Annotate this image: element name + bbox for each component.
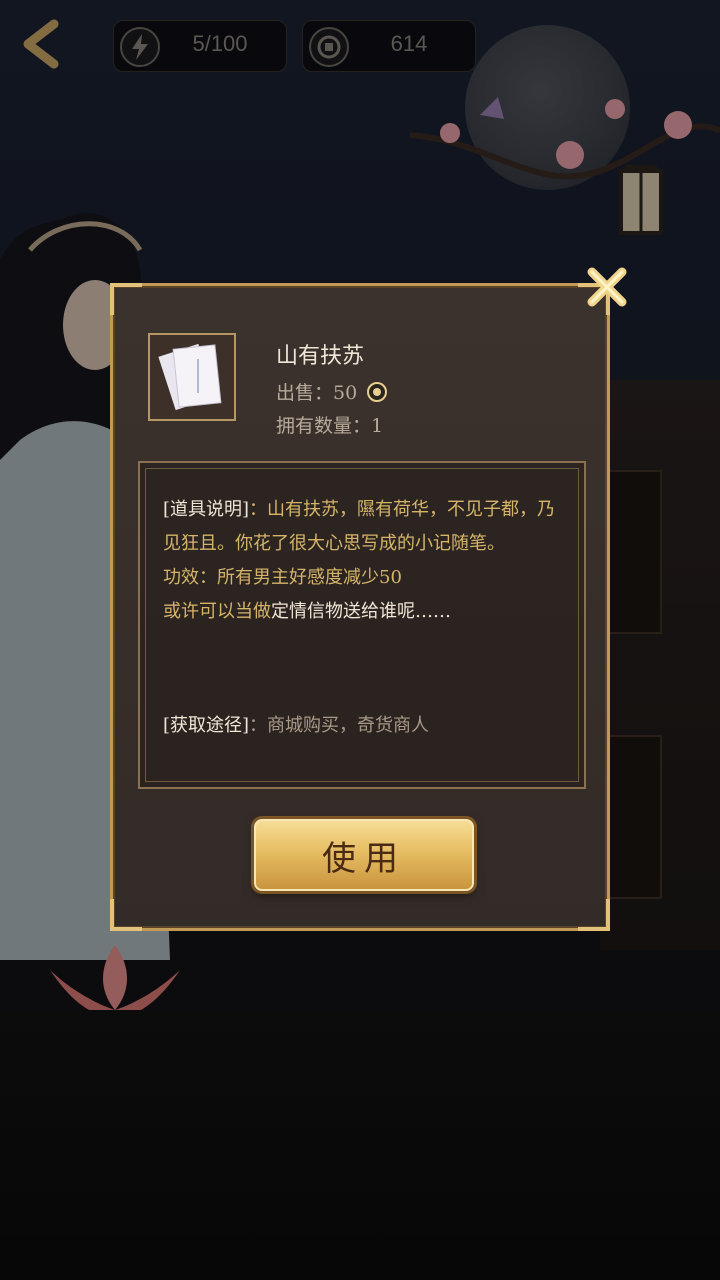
frame-corner — [578, 899, 610, 931]
item-detail-dialog: 山有扶苏 出售：50 拥有数量：1 [道具说明]：山有扶苏，隰有荷华，不见子都，… — [110, 283, 610, 931]
item-name: 山有扶苏 — [276, 344, 365, 369]
item-owned-count: 拥有数量：1 — [276, 415, 384, 437]
hint-highlight: 定情信物送给谁呢 — [271, 601, 415, 622]
description-label: [道具说明] — [163, 499, 250, 520]
item-price: 出售：50 — [276, 378, 388, 405]
use-button-label: 使用 — [322, 838, 406, 879]
acquire-label: [获取途径] — [163, 715, 250, 736]
effect-text: 功效：所有男主好感度减少50 — [163, 567, 402, 588]
use-button[interactable]: 使用 — [254, 819, 474, 891]
frame-corner — [110, 283, 142, 315]
hint-prefix: 或许可以当做 — [163, 601, 271, 622]
item-price-label: 出售：50 — [276, 382, 358, 404]
item-description: [道具说明]：山有扶苏，隰有荷华，不见子都，乃见狂且。你花了很大心思写成的小记随… — [163, 493, 573, 629]
acquire-source: [获取途径]：商城购买，奇货商人 — [163, 711, 429, 737]
frame-corner — [110, 899, 142, 931]
item-thumbnail — [148, 333, 236, 421]
letter-icon — [158, 343, 222, 411]
close-icon[interactable] — [582, 262, 632, 312]
hint-suffix: …… — [415, 601, 451, 622]
acquire-text: ：商城购买，奇货商人 — [249, 715, 430, 736]
coin-icon — [367, 381, 388, 402]
description-box: [道具说明]：山有扶苏，隰有荷华，不见子都，乃见狂且。你花了很大心思写成的小记随… — [138, 461, 586, 789]
